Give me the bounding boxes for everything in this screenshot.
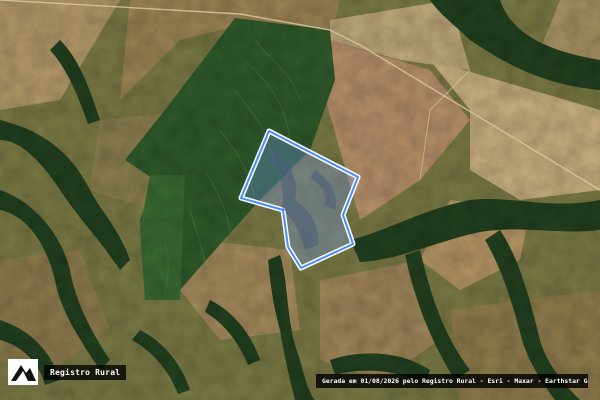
registro-rural-logo-icon xyxy=(8,359,38,385)
brand-name: Registro Rural xyxy=(44,364,127,380)
map-viewport[interactable]: Registro Rural Gerada em 01/08/2026 pelo… xyxy=(0,0,600,400)
brand: Registro Rural xyxy=(8,356,127,388)
satellite-map xyxy=(0,0,600,400)
map-attribution: Gerada em 01/08/2026 pelo Registro Rural… xyxy=(316,374,588,388)
